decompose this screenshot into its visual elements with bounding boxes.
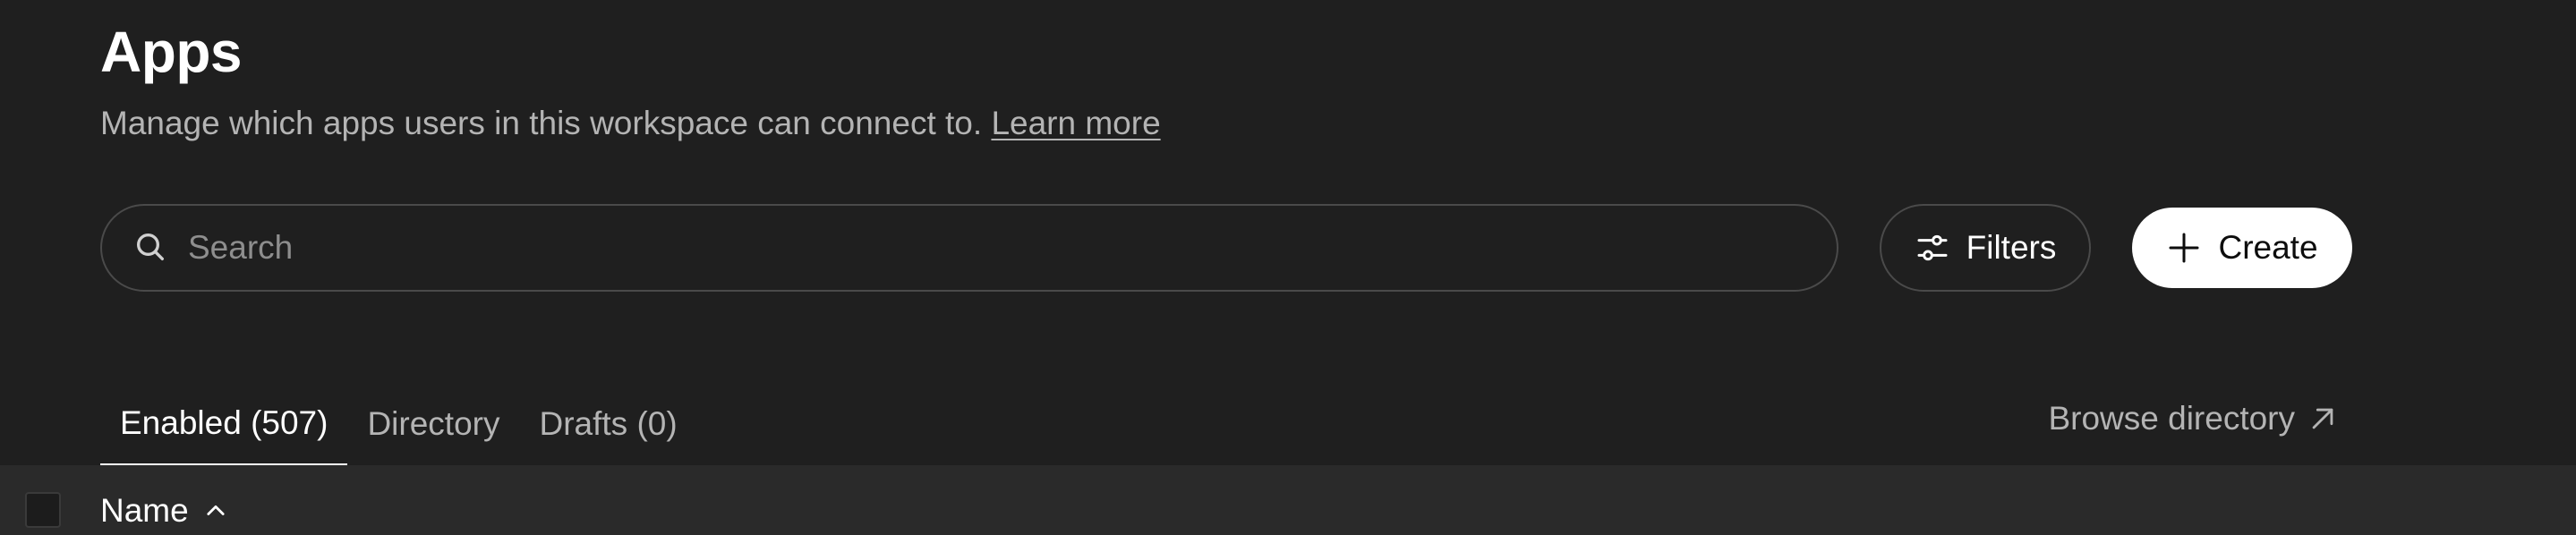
browse-directory-link[interactable]: Browse directory (2048, 383, 2338, 454)
subtitle-text: Manage which apps users in this workspac… (100, 105, 983, 141)
tab-enabled[interactable]: Enabled (507) (100, 383, 348, 465)
browse-directory-label: Browse directory (2048, 400, 2295, 437)
arrow-up-right-icon (2312, 408, 2333, 429)
search-icon (137, 234, 164, 260)
chevron-up-icon (207, 505, 225, 515)
table-header: Name (0, 465, 2576, 535)
create-label: Create (2218, 229, 2318, 266)
page-title: Apps (100, 20, 243, 84)
sliders-icon (1917, 234, 1948, 261)
search-input[interactable] (188, 206, 1817, 290)
tab-bar: Enabled (507) Directory Drafts (0) (100, 383, 697, 465)
apps-page: Apps Manage which apps users in this wor… (0, 0, 2576, 535)
create-button[interactable]: Create (2132, 208, 2352, 288)
select-all-checkbox[interactable] (25, 492, 61, 528)
filters-button[interactable]: Filters (1880, 204, 2091, 292)
filters-label: Filters (1966, 229, 2057, 266)
search-bar[interactable] (100, 204, 1838, 292)
column-header-name[interactable]: Name (100, 492, 228, 530)
learn-more-link[interactable]: Learn more (991, 105, 1160, 141)
tab-directory[interactable]: Directory (347, 383, 519, 465)
column-name-label: Name (100, 492, 189, 529)
plus-icon (2169, 233, 2199, 263)
page-subtitle: Manage which apps users in this workspac… (100, 98, 1161, 149)
tab-drafts[interactable]: Drafts (0) (519, 383, 696, 465)
